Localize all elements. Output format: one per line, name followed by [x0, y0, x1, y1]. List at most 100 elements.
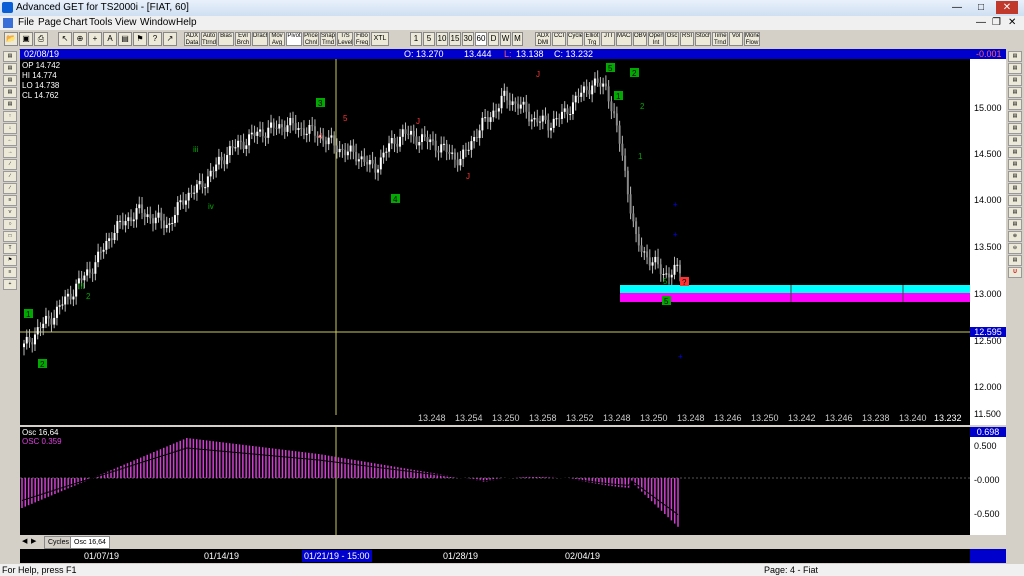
fib-tool-icon[interactable]: ≡	[3, 195, 17, 206]
print-icon[interactable]: ⎙	[34, 32, 48, 46]
left-tool-1[interactable]: ▤	[3, 51, 17, 62]
arrow-down-icon[interactable]: ↓	[3, 123, 17, 134]
toolbar-ts-level-button[interactable]: T/S Level	[337, 32, 353, 46]
toolbar-cci-button[interactable]: CCI	[552, 32, 566, 46]
right-tool-3[interactable]: ▤	[1008, 75, 1022, 86]
price-scale[interactable]: 15.000 14.500 14.000 13.500 13.000 12.50…	[970, 59, 1006, 425]
right-tool-10[interactable]: ▤	[1008, 159, 1022, 170]
right-tool-6[interactable]: ▤	[1008, 111, 1022, 122]
toolbar-money-flow-button[interactable]: Money Flow	[744, 32, 760, 46]
toolbar-rsi-button[interactable]: RSI	[680, 32, 694, 46]
cursor-icon[interactable]: ↖	[58, 32, 72, 46]
interval-30-button[interactable]: 30	[462, 32, 474, 46]
chart-icon[interactable]: ▤	[118, 32, 132, 46]
menu-view[interactable]: View	[115, 17, 137, 28]
right-tool-14[interactable]: ▤	[1008, 207, 1022, 218]
menu-chart[interactable]: Chart	[63, 17, 87, 28]
help-pointer-icon[interactable]: ↗	[163, 32, 177, 46]
toolbar-vol-button[interactable]: Vol	[729, 32, 743, 46]
toolbar-xtl-button[interactable]: XTL	[371, 32, 389, 46]
u-icon[interactable]: U	[1008, 267, 1022, 278]
toolbar-pivot-button[interactable]: Pivot	[286, 32, 302, 46]
tab-cycles[interactable]: Cycles	[44, 536, 74, 549]
toolbar-adx-data-button[interactable]: ADX Data	[184, 32, 200, 46]
toolbar-obv-button[interactable]: OBV	[633, 32, 647, 46]
maximize-button[interactable]: □	[970, 1, 992, 14]
toolbar-macd-button[interactable]: MACD	[616, 32, 632, 46]
menu-window[interactable]: Window	[140, 17, 176, 28]
right-tool-8[interactable]: ▤	[1008, 135, 1022, 146]
zoom-icon[interactable]: ⊕	[73, 32, 87, 46]
menu-tools[interactable]: Tools	[89, 17, 112, 28]
arrow-right-icon[interactable]: →	[3, 147, 17, 158]
lines-tool-icon[interactable]: ≡	[3, 267, 17, 278]
plus-tool-icon[interactable]: +	[3, 279, 17, 290]
toolbar-cycles-button[interactable]: Cycles	[567, 32, 583, 46]
right-tool-12[interactable]: ▤	[1008, 183, 1022, 194]
close-button[interactable]: ✕	[996, 1, 1018, 14]
left-tool-3[interactable]: ▤	[3, 75, 17, 86]
menu-help[interactable]: Help	[176, 17, 197, 28]
interval-w-button[interactable]: W	[500, 32, 511, 46]
toolbar-stoch-button[interactable]: Stoch	[695, 32, 711, 46]
toolbar-evil-brch-button[interactable]: Evil Brch	[235, 32, 251, 46]
circle-tool-icon[interactable]: ○	[3, 219, 17, 230]
right-tool-1[interactable]: ▤	[1008, 51, 1022, 62]
toolbar-price-chnl-button[interactable]: Price Chnl	[303, 32, 319, 46]
right-tool-5[interactable]: ▤	[1008, 99, 1022, 110]
arrow-left-icon[interactable]: ←	[3, 135, 17, 146]
right-tool-9[interactable]: ▤	[1008, 147, 1022, 158]
right-tool-13[interactable]: ▤	[1008, 195, 1022, 206]
marker-tool-icon[interactable]: ⚑	[3, 255, 17, 266]
text-icon[interactable]: A	[103, 32, 117, 46]
price-chart[interactable]: 1 2 III 2 iii iv 3 4 5 4 J J J 5 2 1 2 1 5 5? + + + OP 14.742 …	[20, 59, 970, 425]
toolbar-fibo-freq-button[interactable]: Fibo Freq	[354, 32, 370, 46]
toolbar-auto-ttrnd-button[interactable]: Auto Ttrnd	[201, 32, 217, 46]
interval-m-button[interactable]: M	[512, 32, 523, 46]
document-icon[interactable]	[3, 18, 13, 28]
interval-d-button[interactable]: D	[488, 32, 499, 46]
crosshair-icon[interactable]: +	[88, 32, 102, 46]
pitchfork-tool-icon[interactable]: ⋎	[3, 207, 17, 218]
interval-10-button[interactable]: 10	[436, 32, 448, 46]
toolbar-elliot-trg-button[interactable]: Elliot Trg	[584, 32, 600, 46]
left-tool-5[interactable]: ▤	[3, 99, 17, 110]
toolbar-bias-button[interactable]: Bias	[218, 32, 234, 46]
oscillator-panel[interactable]: Osc 16,64 OSC 0.359	[20, 427, 970, 535]
toolbar-time-trnd-button[interactable]: Time Trnd	[712, 32, 728, 46]
toolbar-drach-button[interactable]: Drach	[252, 32, 268, 46]
mdi-restore-button[interactable]: ❐	[992, 17, 1001, 28]
save-icon[interactable]: ▣	[19, 32, 33, 46]
toolbar-mov-avg-button[interactable]: Mov Avg	[269, 32, 285, 46]
interval-60-button[interactable]: 60	[475, 32, 487, 46]
magnify-minus-icon[interactable]: ⊖	[1008, 243, 1022, 254]
magnify-icon[interactable]: ⊕	[1008, 231, 1022, 242]
box-tool-icon[interactable]: □	[3, 231, 17, 242]
mdi-close-button[interactable]: ✕	[1008, 17, 1016, 28]
open-icon[interactable]: 📂	[4, 32, 18, 46]
right-tool-11[interactable]: ▤	[1008, 171, 1022, 182]
toolbar-osc-button[interactable]: Osc	[665, 32, 679, 46]
help-icon[interactable]: ?	[148, 32, 162, 46]
left-tool-4[interactable]: ▤	[3, 87, 17, 98]
menu-file[interactable]: File	[18, 17, 34, 28]
osc-scale[interactable]: 0.698 0.500 -0.000 -0.500	[970, 427, 1006, 535]
right-tool-4[interactable]: ▤	[1008, 87, 1022, 98]
menu-page[interactable]: Page	[38, 17, 61, 28]
left-tool-2[interactable]: ▤	[3, 63, 17, 74]
interval-5-button[interactable]: 5	[423, 32, 435, 46]
line-tool-icon[interactable]: ∕	[3, 159, 17, 170]
interval-15-button[interactable]: 15	[449, 32, 461, 46]
channel-tool-icon[interactable]: ∕	[3, 171, 17, 182]
tab-scroll-right-icon[interactable]: ▶	[31, 537, 39, 547]
tab-scroll-left-icon[interactable]: ◀	[22, 537, 30, 547]
trend-tool-icon[interactable]: ∕	[3, 183, 17, 194]
right-tool-7[interactable]: ▤	[1008, 123, 1022, 134]
toolbar-jti-button[interactable]: JTI	[601, 32, 615, 46]
toolbar-snap-trnd-button[interactable]: Snap Trnd	[320, 32, 336, 46]
right-tool-2[interactable]: ▤	[1008, 63, 1022, 74]
right-tool-15[interactable]: ▤	[1008, 219, 1022, 230]
interval-1-button[interactable]: 1	[410, 32, 422, 46]
text-tool-icon[interactable]: T	[3, 243, 17, 254]
toolbar-open-int-button[interactable]: Open Int	[648, 32, 664, 46]
